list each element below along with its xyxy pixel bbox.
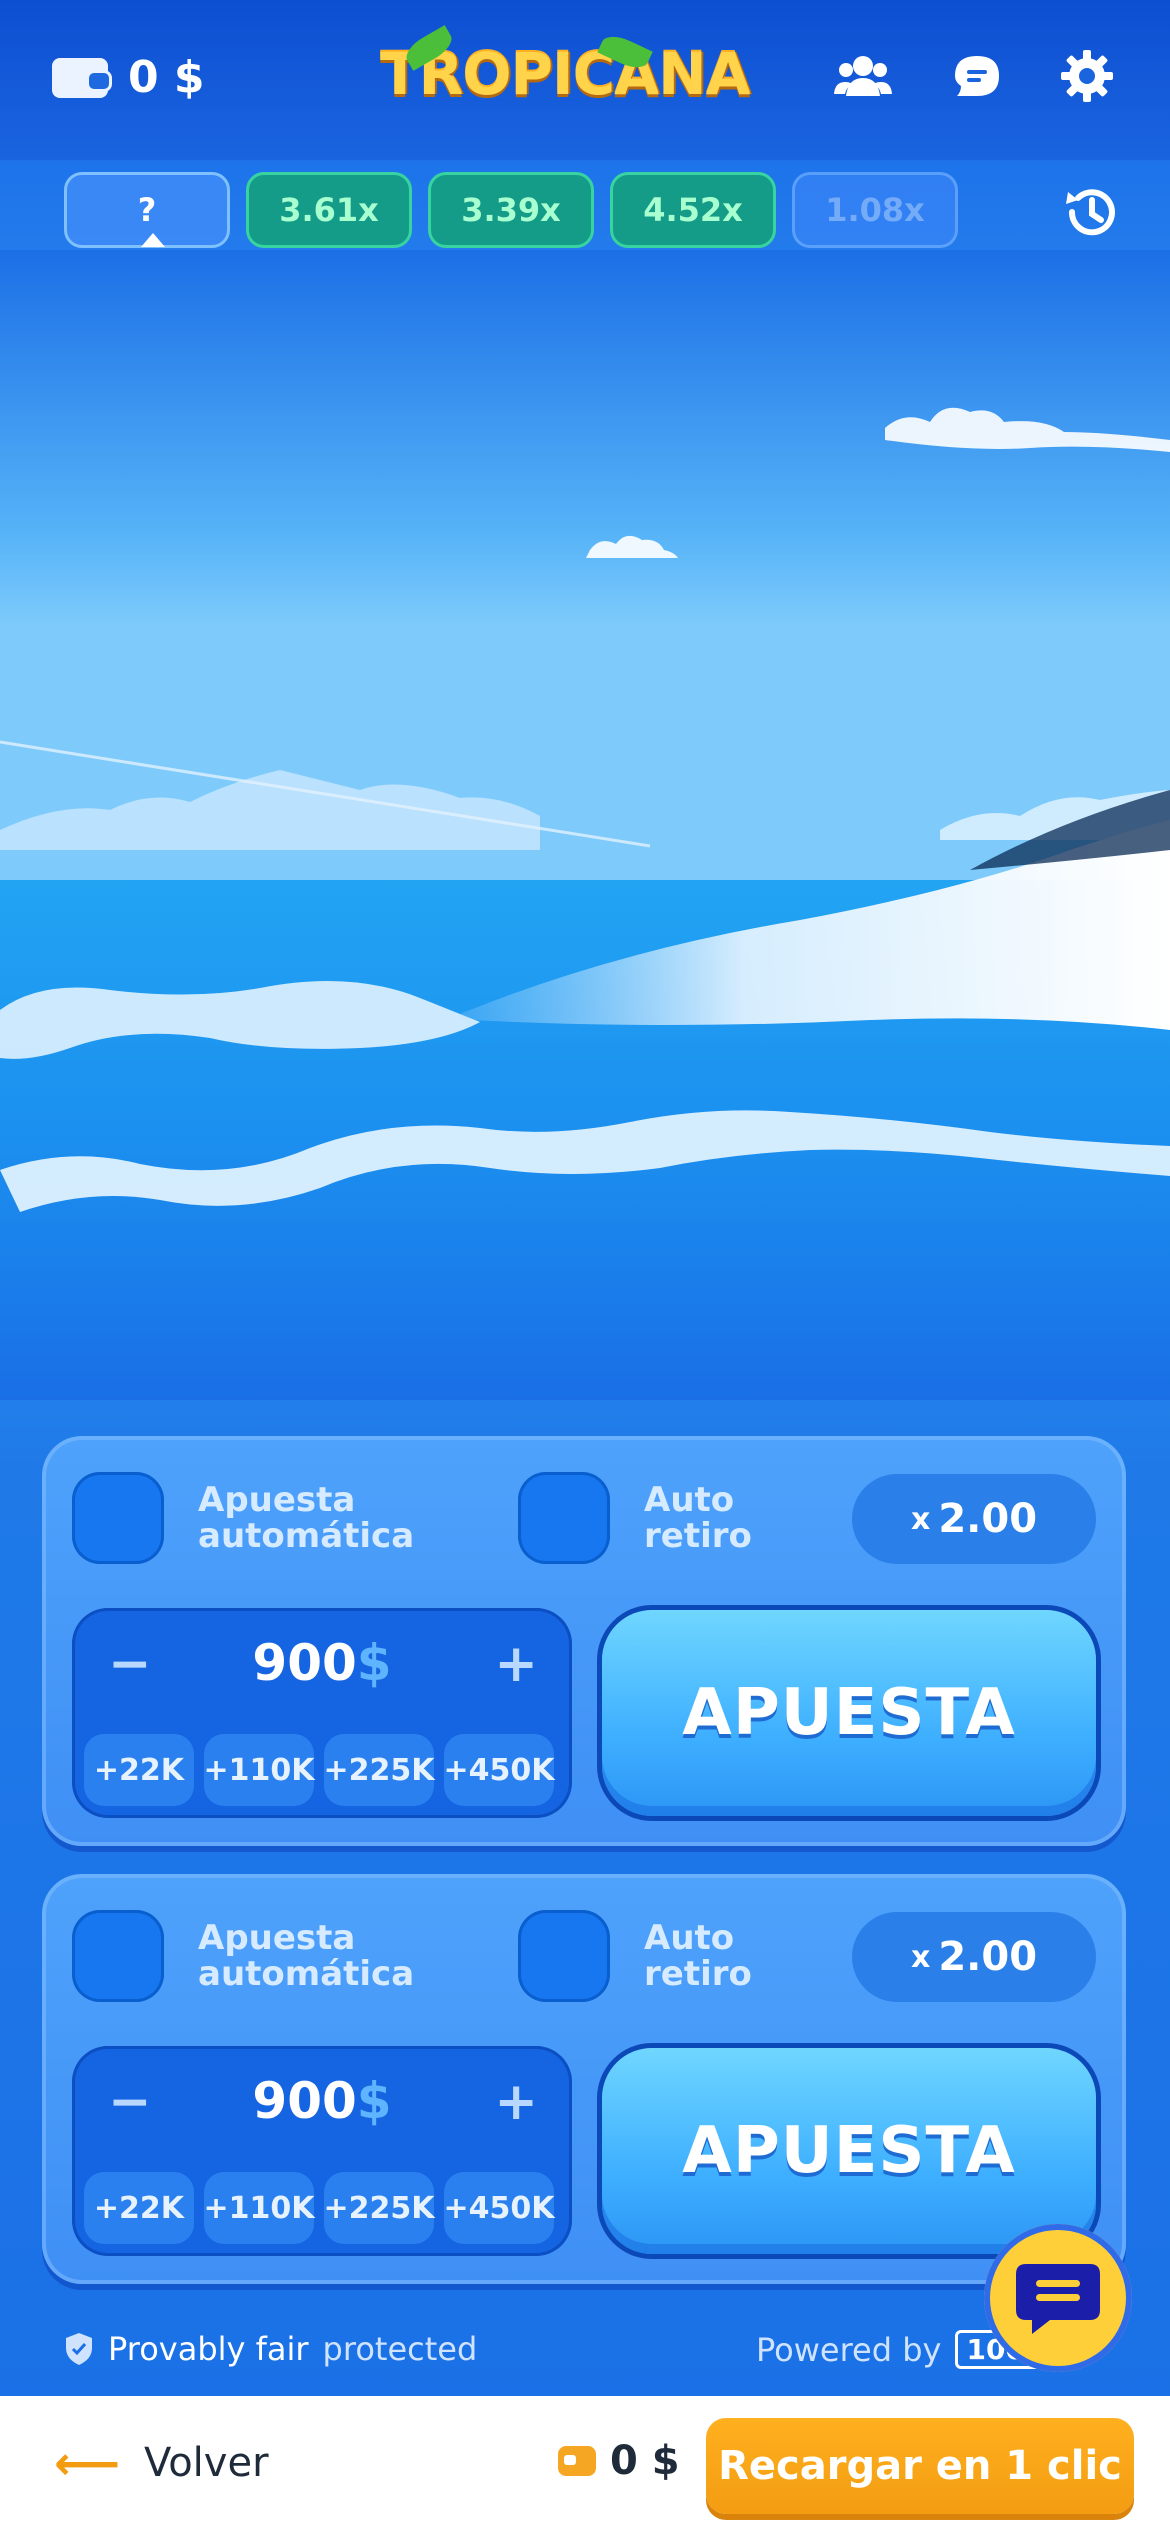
bet-panel-2: Apuesta automática Auto retiro x 2.00 − …	[42, 1874, 1126, 2284]
multiplier-value: 2.00	[938, 1934, 1038, 1980]
quick-amount-button[interactable]: +22K	[84, 1734, 194, 1806]
game-scene	[0, 250, 1170, 1400]
auto-bet-checkbox[interactable]	[72, 1472, 164, 1564]
place-bet-button[interactable]: APUESTA	[602, 1610, 1096, 1816]
auto-cashout-multiplier-input[interactable]: x 2.00	[852, 1474, 1096, 1564]
quick-amount-button[interactable]: +225K	[324, 1734, 435, 1806]
multiplier-history: ? 3.61x 3.39x 4.52x 1.08x	[64, 172, 958, 252]
provably-fair-label: Provably fair	[108, 2330, 309, 2368]
protected-label: protected	[322, 2330, 478, 2368]
multiplier-chip-faded[interactable]: 1.08x	[792, 172, 958, 248]
multiplier-value: 2.00	[938, 1496, 1038, 1542]
bet-amount-stepper: − 900$ + +22K +110K +225K +450K	[72, 1608, 572, 1818]
increase-bet-button[interactable]: +	[494, 1634, 538, 1694]
account-balance-value: 0 $	[610, 2438, 680, 2484]
game-screen: 0 $ TROPICANA ? 3.61x 3.39x 4.52x 1.08x …	[0, 0, 1170, 2532]
quick-amount-button[interactable]: +110K	[204, 2172, 315, 2244]
quick-amounts: +22K +110K +225K +450K	[84, 2172, 555, 2244]
back-button[interactable]: ⟵ Volver	[54, 2436, 269, 2490]
support-chat-button[interactable]	[984, 2224, 1132, 2372]
bet-amount: 900	[252, 1634, 357, 1692]
chat-bubble-icon	[1016, 2264, 1100, 2334]
auto-cashout-label: Auto retiro	[644, 1480, 752, 1556]
bet-amount: 900	[252, 2072, 357, 2130]
wallet-balance[interactable]: 0 $	[52, 52, 205, 103]
one-click-reload-button[interactable]: Recargar en 1 clic	[706, 2418, 1134, 2514]
multiplier-prefix: x	[910, 1939, 931, 1975]
account-balance: 0 $	[558, 2438, 680, 2484]
bet-amount-stepper: − 900$ + +22K +110K +225K +450K	[72, 2046, 572, 2256]
players-icon[interactable]	[834, 48, 892, 104]
bet-panel-1: Apuesta automática Auto retiro x 2.00 − …	[42, 1436, 1126, 1846]
quick-amount-button[interactable]: +450K	[444, 2172, 555, 2244]
multiplier-prefix: x	[910, 1501, 931, 1537]
settings-gear-icon[interactable]	[1058, 48, 1116, 104]
sky	[0, 250, 1170, 880]
auto-bet-checkbox[interactable]	[72, 1910, 164, 2002]
currency-symbol: $	[356, 2072, 392, 2130]
auto-cashout-checkbox[interactable]	[518, 1472, 610, 1564]
back-arrow-icon: ⟵	[54, 2436, 120, 2490]
auto-cashout-multiplier-input[interactable]: x 2.00	[852, 1912, 1096, 2002]
balance-value: 0 $	[128, 52, 205, 103]
multiplier-chip[interactable]: 3.61x	[246, 172, 412, 248]
history-icon[interactable]	[1058, 178, 1126, 246]
auto-bet-label: Apuesta automática	[198, 1918, 415, 1994]
wallet-icon	[558, 2446, 596, 2476]
currency-symbol: $	[356, 1634, 392, 1692]
quick-amount-button[interactable]: +22K	[84, 2172, 194, 2244]
bottom-bar: ⟵ Volver 0 $ Recargar en 1 clic	[0, 2396, 1170, 2532]
chat-icon[interactable]	[948, 48, 1006, 104]
quick-amount-button[interactable]: +110K	[204, 1734, 315, 1806]
quick-amounts: +22K +110K +225K +450K	[84, 1734, 555, 1806]
top-bar: 0 $ TROPICANA	[0, 0, 1170, 160]
increase-bet-button[interactable]: +	[494, 2072, 538, 2132]
place-bet-button[interactable]: APUESTA	[602, 2048, 1096, 2254]
wallet-icon	[52, 57, 112, 98]
auto-cashout-label: Auto retiro	[644, 1918, 752, 1994]
powered-by-label: Powered by	[756, 2330, 942, 2369]
provably-fair-link[interactable]: Provably fair protected	[64, 2330, 477, 2368]
pending-multiplier-chip[interactable]: ?	[64, 172, 230, 248]
multiplier-chip[interactable]: 4.52x	[610, 172, 776, 248]
auto-bet-label: Apuesta automática	[198, 1480, 415, 1556]
back-label: Volver	[143, 2440, 269, 2486]
quick-amount-button[interactable]: +225K	[324, 2172, 435, 2244]
shield-check-icon	[66, 2333, 92, 2365]
auto-cashout-checkbox[interactable]	[518, 1910, 610, 2002]
quick-amount-button[interactable]: +450K	[444, 1734, 555, 1806]
multiplier-chip[interactable]: 3.39x	[428, 172, 594, 248]
